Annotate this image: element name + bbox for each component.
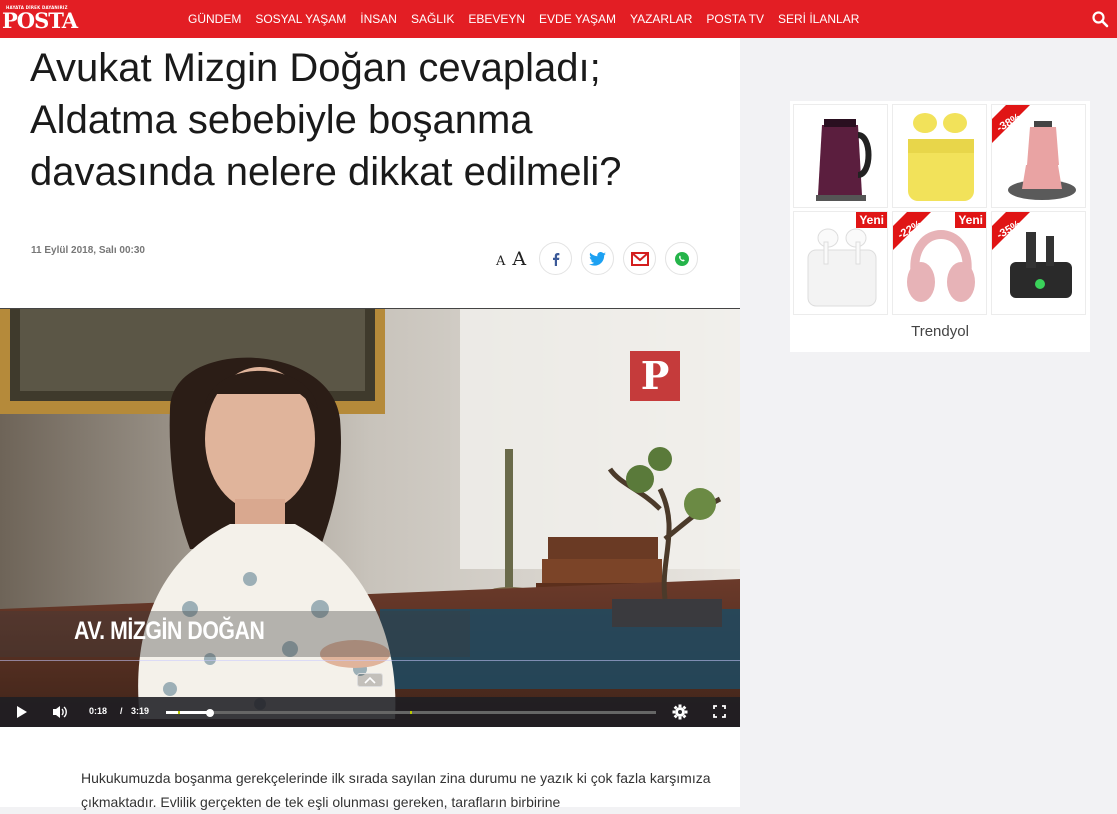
main-nav: GÜNDEM SOSYAL YAŞAM İNSAN SAĞLIK EBEVEYN… xyxy=(188,0,859,38)
video-progress-bar[interactable] xyxy=(166,708,656,717)
product-white-earbuds[interactable]: Yeni xyxy=(793,211,888,315)
font-decrease-button[interactable]: A xyxy=(496,254,505,269)
settings-gear-icon[interactable] xyxy=(672,704,688,720)
product-kettle[interactable] xyxy=(793,104,888,208)
ad-marker xyxy=(410,711,412,714)
video-player[interactable]: P AV. MİZGİN DOĞAN 0:18 / 3:19 xyxy=(0,309,740,727)
product-yellow-earbuds[interactable] xyxy=(892,104,987,208)
ad-brand[interactable]: Trendyol xyxy=(790,323,1090,340)
facebook-share-button[interactable] xyxy=(539,242,573,275)
font-increase-button[interactable]: A xyxy=(512,248,526,270)
video-controls: 0:18 / 3:19 xyxy=(0,697,740,727)
facebook-icon xyxy=(552,252,560,266)
search-icon[interactable] xyxy=(1091,10,1109,28)
article-tools: A A xyxy=(496,242,699,275)
time-separator: / xyxy=(120,706,123,716)
nav-item-posta-tv[interactable]: POSTA TV xyxy=(706,12,764,26)
video-caption: AV. MİZGİN DOĞAN xyxy=(74,617,265,645)
nav-item-saglik[interactable]: SAĞLIK xyxy=(411,12,454,26)
product-tea-maker[interactable]: -38% xyxy=(991,104,1086,208)
article-title: Avukat Mizgin Doğan cevapladı; Aldatma s… xyxy=(30,46,622,194)
mail-icon xyxy=(630,251,649,266)
discount-badge: -38% xyxy=(992,105,1030,143)
product-joystick[interactable]: -35% xyxy=(991,211,1086,315)
new-badge: Yeni xyxy=(856,212,887,228)
fullscreen-icon[interactable] xyxy=(713,705,726,718)
duration: 3:19 xyxy=(131,706,150,716)
nav-item-insan[interactable]: İNSAN xyxy=(360,12,397,26)
nav-item-gundem[interactable]: GÜNDEM xyxy=(188,12,241,26)
nav-item-ebeveyn[interactable]: EBEVEYN xyxy=(468,12,525,26)
article-column: Avukat Mizgin Doğan cevapladı; Aldatma s… xyxy=(0,38,740,810)
progress-played xyxy=(166,711,211,714)
nav-item-yazarlar[interactable]: YAZARLAR xyxy=(630,12,692,26)
twitter-share-button[interactable] xyxy=(581,242,615,275)
trendyol-ad[interactable]: -38% Yeni -22% Yeni -35% Trendyol xyxy=(790,101,1090,352)
new-badge: Yeni xyxy=(955,212,986,228)
video-frame-image xyxy=(0,309,740,727)
nav-item-seri-ilanlar[interactable]: SERİ İLANLAR xyxy=(778,12,859,26)
discount-badge: -22% xyxy=(893,212,931,250)
posta-logo[interactable]: HAYATA DİREK DAYANIRIZ POSTA xyxy=(0,2,80,36)
discount-badge: -35% xyxy=(992,212,1030,250)
twitter-icon xyxy=(589,251,607,266)
whatsapp-icon xyxy=(674,251,689,266)
logo-wordmark: POSTA xyxy=(2,8,78,33)
progress-knob[interactable] xyxy=(206,708,215,717)
nav-item-sosyal-yasam[interactable]: SOSYAL YAŞAM xyxy=(255,12,346,26)
article-date: 11 Eylül 2018, Salı 00:30 xyxy=(31,245,145,256)
yellow-earbuds-image xyxy=(908,113,974,201)
mail-share-button[interactable] xyxy=(623,242,657,275)
ad-marker xyxy=(178,711,180,714)
current-time: 0:18 xyxy=(89,706,108,716)
product-pink-headphones[interactable]: -22% Yeni xyxy=(892,211,987,315)
whatsapp-share-button[interactable] xyxy=(665,242,699,275)
top-navigation-bar: HAYATA DİREK DAYANIRIZ POSTA GÜNDEM SOSY… xyxy=(0,0,1117,38)
channel-logo: P xyxy=(630,351,680,401)
kettle-image xyxy=(816,119,872,201)
chevron-up-icon[interactable] xyxy=(357,673,383,687)
nav-item-evde-yasam[interactable]: EVDE YAŞAM xyxy=(539,12,616,26)
volume-icon[interactable] xyxy=(52,705,68,719)
play-icon[interactable] xyxy=(16,706,28,718)
chapter-line xyxy=(0,660,740,661)
